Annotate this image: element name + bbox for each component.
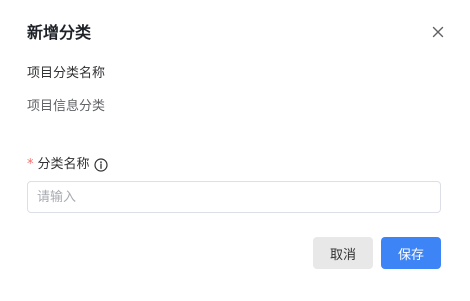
dialog-title: 新增分类 — [27, 23, 92, 42]
close-icon — [428, 22, 448, 42]
section-value: 项目信息分类 — [27, 99, 106, 114]
category-name-label: * 分类名称 — [27, 156, 108, 174]
required-mark: * — [27, 157, 34, 172]
category-name-label-text: 分类名称 — [37, 157, 90, 172]
section-label: 项目分类名称 — [27, 66, 106, 81]
save-button[interactable]: 保存 — [381, 237, 441, 269]
close-button[interactable] — [428, 22, 448, 42]
category-name-input[interactable] — [27, 181, 441, 213]
info-circle-icon[interactable] — [93, 158, 108, 172]
add-category-dialog: 新增分类 项目分类名称 项目信息分类 * 分类名称 取消 保存 — [0, 0, 470, 301]
cancel-button[interactable]: 取消 — [313, 237, 373, 269]
